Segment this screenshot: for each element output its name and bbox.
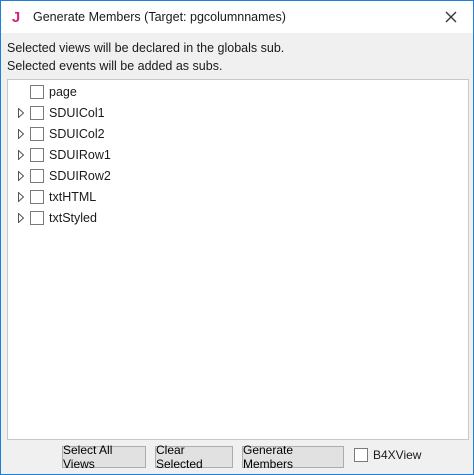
- expand-arrow-icon[interactable]: [16, 213, 26, 223]
- tree-item-page[interactable]: page: [8, 82, 77, 102]
- button-bar: Select All Views Clear Selected Generate…: [1, 442, 473, 474]
- info-line-2: Selected events will be added as subs.: [7, 59, 223, 73]
- b4xview-checkbox[interactable]: [354, 448, 368, 462]
- b4xview-option[interactable]: B4XView: [354, 448, 421, 462]
- generate-members-button[interactable]: Generate Members: [242, 443, 344, 471]
- tree-item-checkbox[interactable]: [30, 127, 44, 141]
- close-button[interactable]: [429, 1, 473, 33]
- expand-arrow-icon[interactable]: [16, 171, 26, 181]
- tree-item-sduicol1[interactable]: SDUICol1: [8, 103, 105, 123]
- tree-item-txtstyled[interactable]: txtStyled: [8, 208, 97, 228]
- dialog-window: J Generate Members (Target: pgcolumnname…: [0, 0, 474, 475]
- window-title: Generate Members (Target: pgcolumnnames): [33, 10, 286, 24]
- select-all-views-button[interactable]: Select All Views: [62, 443, 146, 471]
- title-bar[interactable]: J Generate Members (Target: pgcolumnname…: [1, 1, 473, 33]
- tree-item-label: SDUIRow1: [49, 148, 111, 162]
- expand-arrow-icon[interactable]: [16, 108, 26, 118]
- info-text: Selected views will be declared in the g…: [7, 39, 284, 75]
- tree-item-checkbox[interactable]: [30, 106, 44, 120]
- b4xview-label: B4XView: [373, 448, 422, 462]
- tree-item-checkbox[interactable]: [30, 148, 44, 162]
- tree-item-label: txtHTML: [49, 190, 97, 204]
- tree-item-label: txtStyled: [49, 211, 97, 225]
- tree-item-label: SDUIRow2: [49, 169, 111, 183]
- info-line-1: Selected views will be declared in the g…: [7, 41, 285, 55]
- tree-item-checkbox[interactable]: [30, 190, 44, 204]
- tree-item-sduicol2[interactable]: SDUICol2: [8, 124, 105, 144]
- tree-item-sduirow1[interactable]: SDUIRow1: [8, 145, 111, 165]
- views-tree[interactable]: page SDUICol1 SDUICol2 SDUIRow1 SDUIRow2…: [7, 79, 469, 440]
- expand-arrow-icon[interactable]: [16, 150, 26, 160]
- tree-item-checkbox[interactable]: [30, 85, 44, 99]
- clear-selected-button[interactable]: Clear Selected: [155, 443, 233, 471]
- expand-arrow-icon[interactable]: [16, 192, 26, 202]
- tree-item-checkbox[interactable]: [30, 211, 44, 225]
- tree-item-checkbox[interactable]: [30, 169, 44, 183]
- tree-item-label: page: [49, 85, 77, 99]
- tree-item-label: SDUICol1: [49, 106, 105, 120]
- tree-item-label: SDUICol2: [49, 127, 105, 141]
- tree-item-sduirow2[interactable]: SDUIRow2: [8, 166, 111, 186]
- expand-arrow-icon[interactable]: [16, 129, 26, 139]
- app-logo-icon: J: [11, 8, 21, 26]
- tree-item-txthtml[interactable]: txtHTML: [8, 187, 96, 207]
- close-icon: [445, 11, 457, 23]
